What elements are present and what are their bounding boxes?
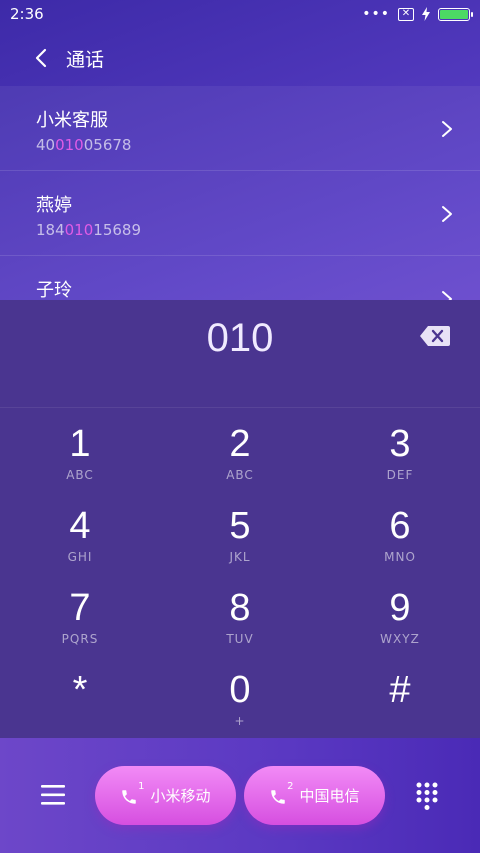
key-2[interactable]: 2 ABC [160, 418, 320, 500]
no-sim-icon: ✕ [398, 7, 414, 21]
contact-number: 4001005678 [36, 136, 132, 154]
bottom-action-bar: 1 小米移动 2 中国电信 [0, 738, 480, 853]
contact-name: 燕婷 [36, 195, 72, 216]
key-9[interactable]: 9 WXYZ [320, 582, 480, 664]
contact-number: 18401015689 [36, 221, 141, 239]
key-8[interactable]: 8 TUV [160, 582, 320, 664]
key-hash[interactable]: # [320, 664, 480, 746]
chevron-right-icon[interactable] [440, 205, 454, 223]
contact-name: 小米客服 [36, 110, 108, 131]
key-star[interactable]: * [0, 664, 160, 746]
dialed-number: 010 [206, 316, 274, 360]
key-4[interactable]: 4 GHI [0, 500, 160, 582]
key-0[interactable]: 0 + [160, 664, 320, 746]
key-1[interactable]: 1 ABC [0, 418, 160, 500]
page-title: 通话 [66, 48, 105, 71]
status-time: 2:36 [10, 5, 44, 23]
key-6[interactable]: 6 MNO [320, 500, 480, 582]
status-icons: ••• ✕ [362, 6, 473, 22]
charging-icon [422, 7, 430, 21]
dialer-panel: 010 1 ABC 2 ABC 3 DEF 4 GHI 5 JKL 6 MNO 7 PQRS … [0, 300, 480, 738]
contact-name: 子玲 [36, 280, 72, 301]
dialpad-grid-icon[interactable] [416, 782, 438, 810]
header: 通话 [0, 30, 480, 86]
key-7[interactable]: 7 PQRS [0, 582, 160, 664]
sim-number: 1 [138, 780, 145, 792]
backspace-icon[interactable] [420, 326, 450, 346]
back-arrow-icon[interactable] [30, 47, 52, 69]
sim-number: 2 [287, 780, 294, 792]
battery-icon [438, 7, 473, 21]
contact-item[interactable]: 燕婷 18401015689 [0, 171, 480, 256]
call-sim2-button[interactable]: 2 中国电信 [244, 766, 385, 825]
phone-icon: 1 [120, 781, 144, 807]
contact-item[interactable]: 小米客服 4001005678 [0, 86, 480, 171]
sim2-label: 中国电信 [299, 787, 360, 805]
phone-icon: 2 [269, 781, 293, 807]
key-5[interactable]: 5 JKL [160, 500, 320, 582]
call-sim1-button[interactable]: 1 小米移动 [95, 766, 236, 825]
sim1-label: 小米移动 [150, 787, 211, 805]
status-bar: 2:36 ••• ✕ [0, 0, 480, 28]
more-dots-icon: ••• [362, 6, 390, 22]
dialed-number-display: 010 [0, 300, 480, 408]
menu-icon[interactable] [41, 784, 65, 806]
key-3[interactable]: 3 DEF [320, 418, 480, 500]
chevron-right-icon[interactable] [440, 120, 454, 138]
keypad: 1 ABC 2 ABC 3 DEF 4 GHI 5 JKL 6 MNO 7 PQRS 8 TUV… [0, 408, 480, 746]
